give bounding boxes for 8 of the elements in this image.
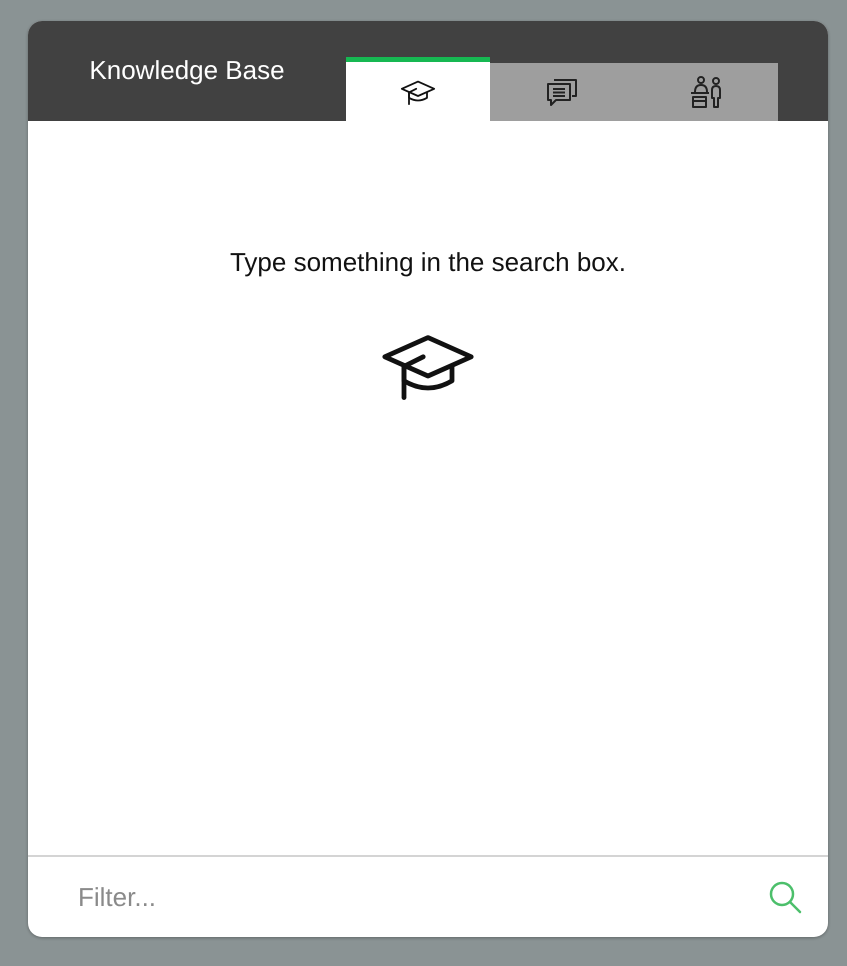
filter-field[interactable]: Filter... xyxy=(76,880,768,914)
people-desk-icon xyxy=(688,74,724,110)
tab[interactable] xyxy=(634,63,778,121)
tab[interactable] xyxy=(490,63,634,121)
tab[interactable] xyxy=(346,57,490,121)
panel-title: Knowledge Base xyxy=(89,54,285,86)
mortarboard-icon xyxy=(400,78,436,105)
empty-message: Type something in the search box. xyxy=(230,247,626,278)
